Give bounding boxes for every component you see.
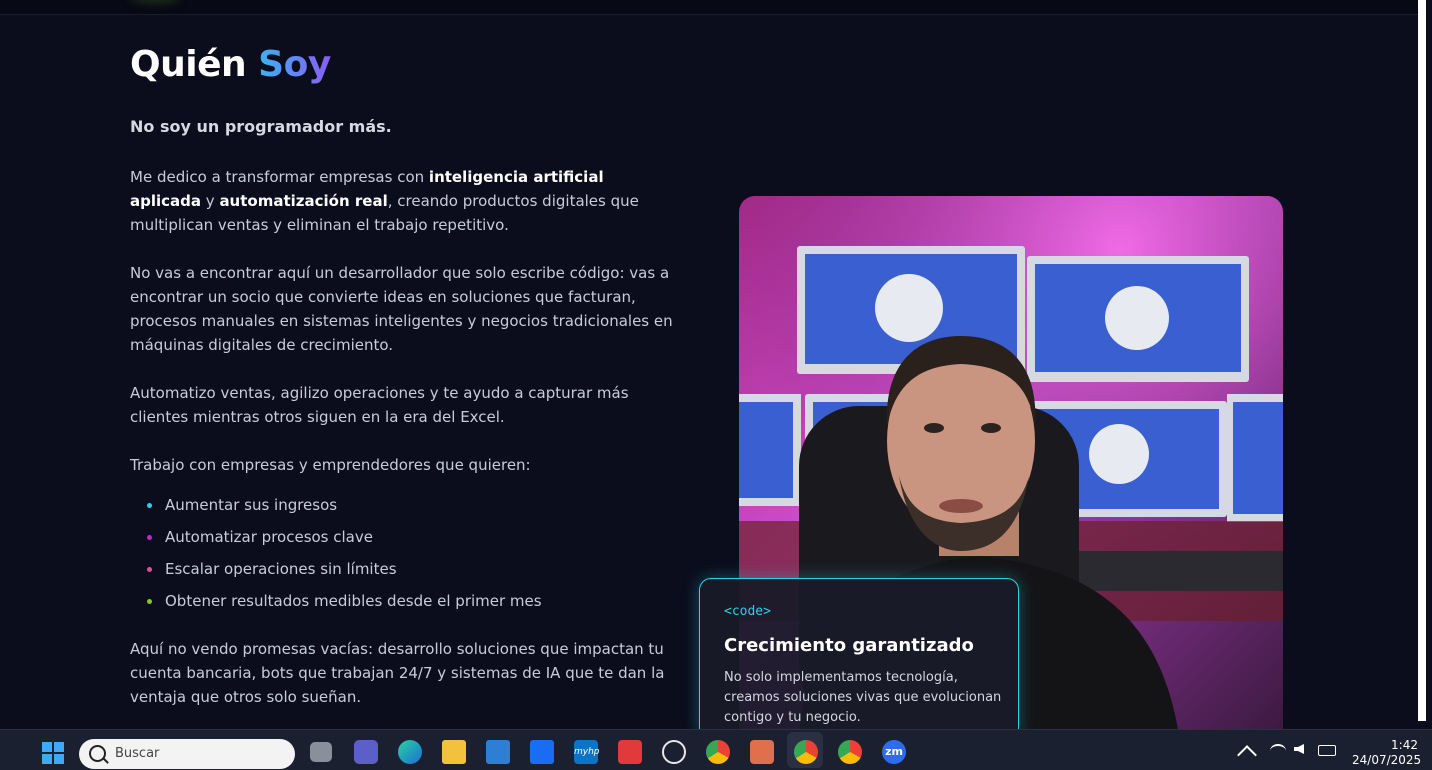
bullet-dot xyxy=(147,567,152,572)
volume-icon[interactable] xyxy=(1294,744,1304,754)
intro-paragraph: Me dedico a transformar empresas con int… xyxy=(130,165,675,237)
chrome-profile-2-icon[interactable] xyxy=(838,740,862,764)
chrome-icon[interactable] xyxy=(706,740,730,764)
automation-paragraph: Automatizo ventas, agilizo operaciones y… xyxy=(130,384,629,426)
wps-icon[interactable] xyxy=(618,740,642,764)
section-subtitle: No soy un programador más. xyxy=(130,117,392,136)
bullet-text: Escalar operaciones sin límites xyxy=(165,560,397,578)
clients-paragraph: Trabajo con empresas y emprendedores que… xyxy=(130,456,531,474)
card-code-tag: <code> xyxy=(724,604,771,619)
battery-icon[interactable] xyxy=(1318,745,1336,756)
search-icon xyxy=(89,745,106,762)
chevron-up-icon[interactable] xyxy=(1237,745,1257,765)
bullet-dot xyxy=(147,599,152,604)
window-edge xyxy=(1426,0,1432,721)
windows-taskbar: Buscar myhp zm 1:42 24/07/2025 xyxy=(0,729,1432,770)
dropbox-icon[interactable] xyxy=(530,740,554,764)
intro-text-a: Me dedico a transformar empresas con xyxy=(130,168,429,186)
clock-time: 1:42 xyxy=(1391,738,1418,752)
list-item: Automatizar procesos clave xyxy=(130,525,542,557)
site-header-strip xyxy=(0,0,1418,15)
wifi-icon[interactable] xyxy=(1270,744,1286,758)
intro-text-c: y xyxy=(201,192,220,210)
bullet-text: Obtener resultados medibles desde el pri… xyxy=(165,592,542,610)
taskbar-clock[interactable]: 1:42 24/07/2025 xyxy=(1352,738,1422,768)
feature-card: <code> Crecimiento garantizado No solo i… xyxy=(699,578,1019,740)
search-placeholder: Buscar xyxy=(115,746,160,761)
bullet-text: Aumentar sus ingresos xyxy=(165,496,338,514)
benefits-list: Aumentar sus ingresos Automatizar proces… xyxy=(130,493,542,621)
edge-icon[interactable] xyxy=(398,740,422,764)
header-logo-glow xyxy=(130,0,180,4)
section-heading: Quién Soy xyxy=(130,44,331,85)
task-view-icon[interactable] xyxy=(310,742,332,762)
bullet-dot xyxy=(147,535,152,540)
intro-bold-automation: automatización real xyxy=(219,192,388,210)
heading-accent: Soy xyxy=(258,44,331,85)
bullet-text: Automatizar procesos clave xyxy=(165,528,373,546)
windows-start-icon[interactable] xyxy=(42,742,64,764)
myhp-icon[interactable]: myhp xyxy=(574,740,600,764)
scrollbar-track[interactable] xyxy=(1418,0,1426,721)
partner-paragraph: No vas a encontrar aquí un desarrollador… xyxy=(130,264,673,354)
clock-date: 24/07/2025 xyxy=(1352,753,1422,767)
closing-paragraph: Aquí no vendo promesas vacías: desarroll… xyxy=(130,640,665,706)
bullet-dot xyxy=(147,503,152,508)
teams-icon[interactable] xyxy=(354,740,378,764)
chrome-profile-icon[interactable] xyxy=(794,740,818,764)
mail-icon[interactable] xyxy=(486,740,510,764)
file-explorer-icon[interactable] xyxy=(442,740,466,764)
list-item: Obtener resultados medibles desde el pri… xyxy=(130,589,542,621)
card-title: Crecimiento garantizado xyxy=(724,635,974,656)
zoom-icon[interactable]: zm xyxy=(882,740,906,764)
list-item: Escalar operaciones sin límites xyxy=(130,557,542,589)
card-description: No solo implementamos tecnología, creamo… xyxy=(724,670,1002,725)
heading-prefix: Quién xyxy=(130,44,259,85)
list-item: Aumentar sus ingresos xyxy=(130,493,542,525)
taskbar-search[interactable]: Buscar xyxy=(79,739,295,769)
chatgpt-icon[interactable] xyxy=(662,740,686,764)
claude-icon[interactable] xyxy=(750,740,774,764)
